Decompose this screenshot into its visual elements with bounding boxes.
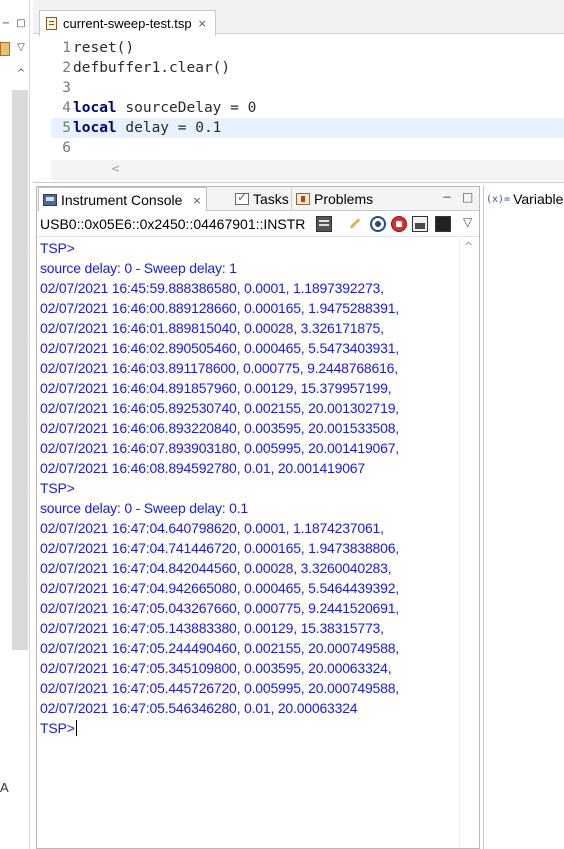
console-output-line: 02/07/2021 16:46:06.893220840, 0.003595,… xyxy=(40,420,399,436)
console-output-line: 02/07/2021 16:47:04.640798620, 0.0001, 1… xyxy=(40,520,384,536)
left-side-panel: − □ ▽ ^ A xyxy=(0,0,30,849)
code-text: reset() xyxy=(73,40,135,56)
code-line: 3 xyxy=(51,78,564,98)
console-output-line: 02/07/2021 16:46:05.892530740, 0.002155,… xyxy=(40,400,399,416)
tsp-file-icon xyxy=(46,17,57,30)
stop-icon[interactable] xyxy=(391,216,407,232)
console-output-line: 02/07/2021 16:47:04.842044560, 0.00028, … xyxy=(40,560,392,576)
console-output-line: TSP> xyxy=(40,240,75,256)
capture-image-icon[interactable] xyxy=(412,216,428,232)
console-output-line: 02/07/2021 16:46:08.894592780, 0.01, 20.… xyxy=(40,460,365,476)
minimize-icon[interactable]: − xyxy=(442,190,452,204)
tab-variables[interactable]: (x)= Variables xyxy=(486,188,564,210)
code-line: 4 local sourceDelay = 0 xyxy=(51,98,564,118)
code-editor: current-sweep-test.tsp × 1 reset() 2 def… xyxy=(33,0,564,183)
console-output-line: 02/07/2021 16:45:59.888386580, 0.0001, 1… xyxy=(40,280,384,296)
tab-problems[interactable]: Problems xyxy=(291,187,377,211)
editor-tab[interactable]: current-sweep-test.tsp × xyxy=(39,10,216,36)
console-output-line: 02/07/2021 16:47:05.244490460, 0.002155,… xyxy=(40,640,399,656)
sync-outline-icon[interactable] xyxy=(0,42,10,56)
code-line: 6 xyxy=(51,138,564,158)
scroll-up-icon[interactable]: ^ xyxy=(15,68,27,80)
console-vertical-scrollbar[interactable]: ^ xyxy=(459,238,477,848)
console-icon xyxy=(43,194,57,206)
output-lines: TSP> source delay: 0 - Sweep delay: 1 02/0… xyxy=(40,238,452,718)
scroll-up-icon[interactable]: ^ xyxy=(464,240,473,253)
console-output-line: 02/07/2021 16:46:01.889815040, 0.00028, … xyxy=(40,320,384,336)
tab-tasks[interactable]: Tasks xyxy=(231,187,293,211)
code-text: sourceDelay = 0 xyxy=(116,100,257,116)
console-output-line: source delay: 0 - Sweep delay: 0.1 xyxy=(40,500,248,516)
line-number: 5 xyxy=(62,120,71,136)
line-number: 3 xyxy=(62,80,71,96)
code-text: defbuffer1.clear() xyxy=(73,60,231,76)
line-number: 1 xyxy=(62,40,71,56)
maximize-icon[interactable]: □ xyxy=(15,18,27,30)
close-icon[interactable]: × xyxy=(198,17,207,30)
code-keyword: local xyxy=(73,120,117,136)
display-icon[interactable] xyxy=(435,216,451,232)
minimize-icon[interactable]: − xyxy=(0,18,12,30)
view-menu-icon[interactable]: ▽ xyxy=(15,42,27,54)
console-output-line: 02/07/2021 16:47:05.445726720, 0.005995,… xyxy=(40,680,399,696)
tab-instrument-console[interactable]: Instrument Console × xyxy=(38,187,207,212)
console-output-line: TSP> xyxy=(40,480,75,496)
line-number: 6 xyxy=(62,140,71,156)
console-output-line: source delay: 0 - Sweep delay: 1 xyxy=(40,260,237,276)
close-icon[interactable]: × xyxy=(192,194,201,207)
console-output-line: 02/07/2021 16:46:00.889128660, 0.000165,… xyxy=(40,300,399,316)
view-menu-icon[interactable]: ▽ xyxy=(463,215,472,229)
code-text: delay = 0.1 xyxy=(116,120,222,136)
console-prompt: TSP> xyxy=(40,720,75,736)
console-output-line: 02/07/2021 16:46:03.891178600, 0.000775,… xyxy=(40,360,398,376)
code-line: 2 defbuffer1.clear() xyxy=(51,58,564,78)
line-number: 4 xyxy=(62,100,71,116)
console-output-line: 02/07/2021 16:47:05.143883380, 0.00129, … xyxy=(40,620,384,636)
text-cursor xyxy=(75,720,77,736)
left-scrollbar[interactable] xyxy=(12,90,28,650)
tasks-icon xyxy=(235,190,249,205)
tab-tasks-label: Tasks xyxy=(253,191,289,207)
editor-horizontal-scrollbar[interactable]: < xyxy=(51,160,564,180)
console-output-line: 02/07/2021 16:46:04.891857960, 0.00129, … xyxy=(40,380,392,396)
console-output-line: 02/07/2021 16:46:07.893903180, 0.005995,… xyxy=(40,440,399,456)
code-keyword: local xyxy=(73,100,117,116)
console-output-line: 02/07/2021 16:47:05.345109800, 0.003595,… xyxy=(40,660,392,676)
console-output-line: 02/07/2021 16:47:04.942665080, 0.000465,… xyxy=(40,580,399,596)
editor-tab-bar: current-sweep-test.tsp × xyxy=(33,0,564,36)
console-output[interactable]: TSP> source delay: 0 - Sweep delay: 1 02/0… xyxy=(40,238,452,848)
clear-console-icon[interactable] xyxy=(346,216,362,232)
maximize-icon[interactable]: □ xyxy=(462,190,473,204)
scroll-left-icon[interactable]: < xyxy=(111,162,120,175)
editor-tab-title: current-sweep-test.tsp xyxy=(63,16,192,31)
instrument-resource-name: USB0::0x05E6::0x2450::04467901::INSTR xyxy=(40,215,306,232)
code-line-current: 5 local delay = 0.1 xyxy=(51,118,564,138)
console-output-line: 02/07/2021 16:47:04.741446720, 0.000165,… xyxy=(40,540,399,556)
console-prompt-line[interactable]: TSP> xyxy=(40,718,452,738)
line-number: 2 xyxy=(62,60,71,76)
code-area[interactable]: 1 reset() 2 defbuffer1.clear() 3 4 local… xyxy=(51,38,564,158)
keyboard-icon[interactable] xyxy=(316,216,332,232)
console-toolbar: USB0::0x05E6::0x2450::04467901::INSTR ▽ xyxy=(37,211,479,237)
problems-icon xyxy=(296,193,310,205)
console-output-line: 02/07/2021 16:47:05.546346280, 0.01, 20.… xyxy=(40,700,358,716)
tab-problems-label: Problems xyxy=(314,191,374,207)
left-panel-text: A xyxy=(0,780,9,795)
tab-instrument-console-label: Instrument Console xyxy=(61,192,183,208)
target-icon[interactable] xyxy=(370,216,386,232)
instrument-console-panel: Instrument Console × Tasks Problems − □ … xyxy=(36,186,480,849)
variables-panel: (x)= Variables xyxy=(483,186,564,849)
variables-icon: (x)= xyxy=(486,193,511,205)
console-tab-bar: Instrument Console × Tasks Problems − □ xyxy=(37,187,479,212)
code-line: 1 reset() xyxy=(51,38,564,58)
console-output-line: 02/07/2021 16:46:02.890505460, 0.000465,… xyxy=(40,340,399,356)
console-output-line: 02/07/2021 16:47:05.043267660, 0.000775,… xyxy=(40,600,399,616)
tab-variables-label: Variables xyxy=(513,191,564,207)
